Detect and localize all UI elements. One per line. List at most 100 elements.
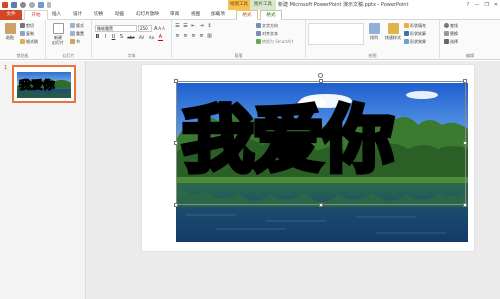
columns-icon[interactable]: ▥ <box>207 33 212 40</box>
minimize-icon[interactable]: — <box>474 0 479 10</box>
align-right-icon[interactable]: ≡ <box>191 33 196 40</box>
tab-home[interactable]: 开始 <box>24 10 48 20</box>
font-name-combo[interactable]: 微软雅黑 <box>95 25 137 32</box>
shape-item[interactable] <box>323 37 330 44</box>
shape-item[interactable] <box>323 31 330 38</box>
cut-button[interactable]: 剪切 <box>20 22 34 29</box>
resize-handle-w[interactable] <box>174 141 178 145</box>
shape-fill-button[interactable]: 形状填充 <box>404 22 426 29</box>
customize-qat-icon[interactable] <box>47 2 51 8</box>
replace-button[interactable]: 替换 <box>444 30 458 37</box>
shape-item[interactable] <box>316 31 323 38</box>
grow-font-button[interactable]: A A A <box>154 25 165 32</box>
shape-item[interactable] <box>336 31 343 38</box>
reset-button[interactable]: 重置 <box>70 30 84 37</box>
shape-triangle[interactable] <box>343 24 350 31</box>
shape-item[interactable] <box>343 37 350 44</box>
shape-item[interactable] <box>343 31 350 38</box>
shape-item[interactable] <box>316 37 323 44</box>
help-icon[interactable]: ? <box>467 0 470 10</box>
shape-item[interactable] <box>350 31 357 38</box>
slide-thumbnail[interactable]: 我爱你 <box>12 65 76 103</box>
save-icon[interactable] <box>11 2 17 8</box>
resize-handle-ne[interactable] <box>463 79 467 83</box>
tab-file[interactable]: 文件 <box>0 10 22 20</box>
new-slide-button[interactable]: 新建 幻灯片 <box>49 22 67 46</box>
shape-item[interactable] <box>336 37 343 44</box>
shape-item[interactable] <box>329 37 336 44</box>
spacing-button[interactable]: AV <box>138 34 145 41</box>
start-slideshow-icon[interactable] <box>38 2 44 8</box>
strikethrough-button[interactable]: abc <box>127 34 135 41</box>
tab-insert[interactable]: 插入 <box>52 10 61 20</box>
arrange-button[interactable]: 排列 <box>366 22 382 46</box>
tab-animations[interactable]: 动画 <box>115 10 124 20</box>
shape-rectangle[interactable] <box>316 24 323 31</box>
close-icon[interactable]: ✕ <box>494 0 498 10</box>
shape-effects-button[interactable]: 形状效果 <box>404 38 426 45</box>
tab-transitions[interactable]: 切换 <box>94 10 103 20</box>
resize-handle-nw[interactable] <box>174 79 178 83</box>
restore-icon[interactable]: ❐ <box>484 0 488 10</box>
section-button[interactable]: 节 <box>70 38 80 45</box>
resize-handle-se[interactable] <box>463 203 467 207</box>
shape-arrow[interactable] <box>336 24 343 31</box>
tab-review[interactable]: 审阅 <box>170 10 179 20</box>
bullets-icon[interactable]: ☰ <box>175 23 180 30</box>
quick-styles-button[interactable]: 快速样式 <box>384 22 402 46</box>
text-direction-button[interactable]: 文字方向 <box>256 22 278 29</box>
layout-button[interactable]: 版式 <box>70 22 84 29</box>
resize-handle-s[interactable] <box>319 203 323 207</box>
shadow-button[interactable]: S <box>119 34 124 41</box>
shape-item[interactable] <box>309 37 316 44</box>
shape-item[interactable] <box>356 37 363 44</box>
justify-icon[interactable]: ≡ <box>199 33 204 40</box>
italic-button[interactable]: I <box>103 34 108 41</box>
undo-icon[interactable] <box>20 2 26 8</box>
align-text-button[interactable]: 对齐文本 <box>256 30 278 37</box>
font-size-combo[interactable]: 250 <box>138 25 152 32</box>
rotate-handle[interactable] <box>318 73 323 78</box>
increase-indent-icon[interactable]: ⇥ <box>199 23 204 30</box>
shape-item[interactable] <box>350 37 357 44</box>
resize-handle-n[interactable] <box>319 79 323 83</box>
paste-button[interactable]: 粘贴 <box>2 22 18 46</box>
line-spacing-icon[interactable]: ↕ <box>207 23 212 30</box>
tab-format-drawing[interactable]: 格式 <box>236 10 258 20</box>
tab-design[interactable]: 设计 <box>73 10 82 20</box>
shape-outline-button[interactable]: 形状轮廓 <box>404 30 426 37</box>
resize-handle-sw[interactable] <box>174 203 178 207</box>
textbox-selection[interactable] <box>176 81 466 205</box>
align-center-icon[interactable]: ≡ <box>183 33 188 40</box>
change-case-button[interactable]: Aa <box>148 34 155 41</box>
tab-slideshow[interactable]: 幻灯片放映 <box>136 10 159 20</box>
shape-line[interactable] <box>329 24 336 31</box>
shape-textbox[interactable] <box>309 24 316 31</box>
shape-more[interactable] <box>356 24 363 31</box>
numbering-icon[interactable]: ☰ <box>183 23 188 30</box>
convert-smartart-button[interactable]: 转换为 SmartArt <box>256 38 293 45</box>
resize-handle-e[interactable] <box>463 141 467 145</box>
copy-button[interactable]: 复制 <box>20 30 34 37</box>
reset-icon <box>70 31 75 36</box>
select-button[interactable]: 选择 <box>444 38 458 45</box>
font-color-button[interactable]: A <box>158 34 163 41</box>
format-painter-button[interactable]: 格式刷 <box>20 38 38 45</box>
tab-format-picture[interactable]: 格式 <box>260 10 282 20</box>
redo-icon[interactable] <box>29 2 35 8</box>
shape-item[interactable] <box>356 31 363 38</box>
bold-button[interactable]: B <box>95 34 100 41</box>
decrease-indent-icon[interactable]: ⇤ <box>191 23 196 30</box>
font-format-row: B I U S abc AV Aa A <box>95 34 163 41</box>
underline-button[interactable]: U <box>111 34 116 41</box>
shape-item[interactable] <box>329 31 336 38</box>
tab-view[interactable]: 视图 <box>191 10 200 20</box>
shapes-gallery[interactable] <box>308 23 364 45</box>
tab-addins[interactable]: 加载项 <box>211 10 225 20</box>
shape-rounded-rect[interactable] <box>350 24 357 31</box>
align-left-icon[interactable]: ≡ <box>175 33 180 40</box>
shape-oval[interactable] <box>323 24 330 31</box>
shape-item[interactable] <box>309 31 316 38</box>
clear-format-icon: A <box>162 26 165 31</box>
find-button[interactable]: 查找 <box>444 22 458 29</box>
